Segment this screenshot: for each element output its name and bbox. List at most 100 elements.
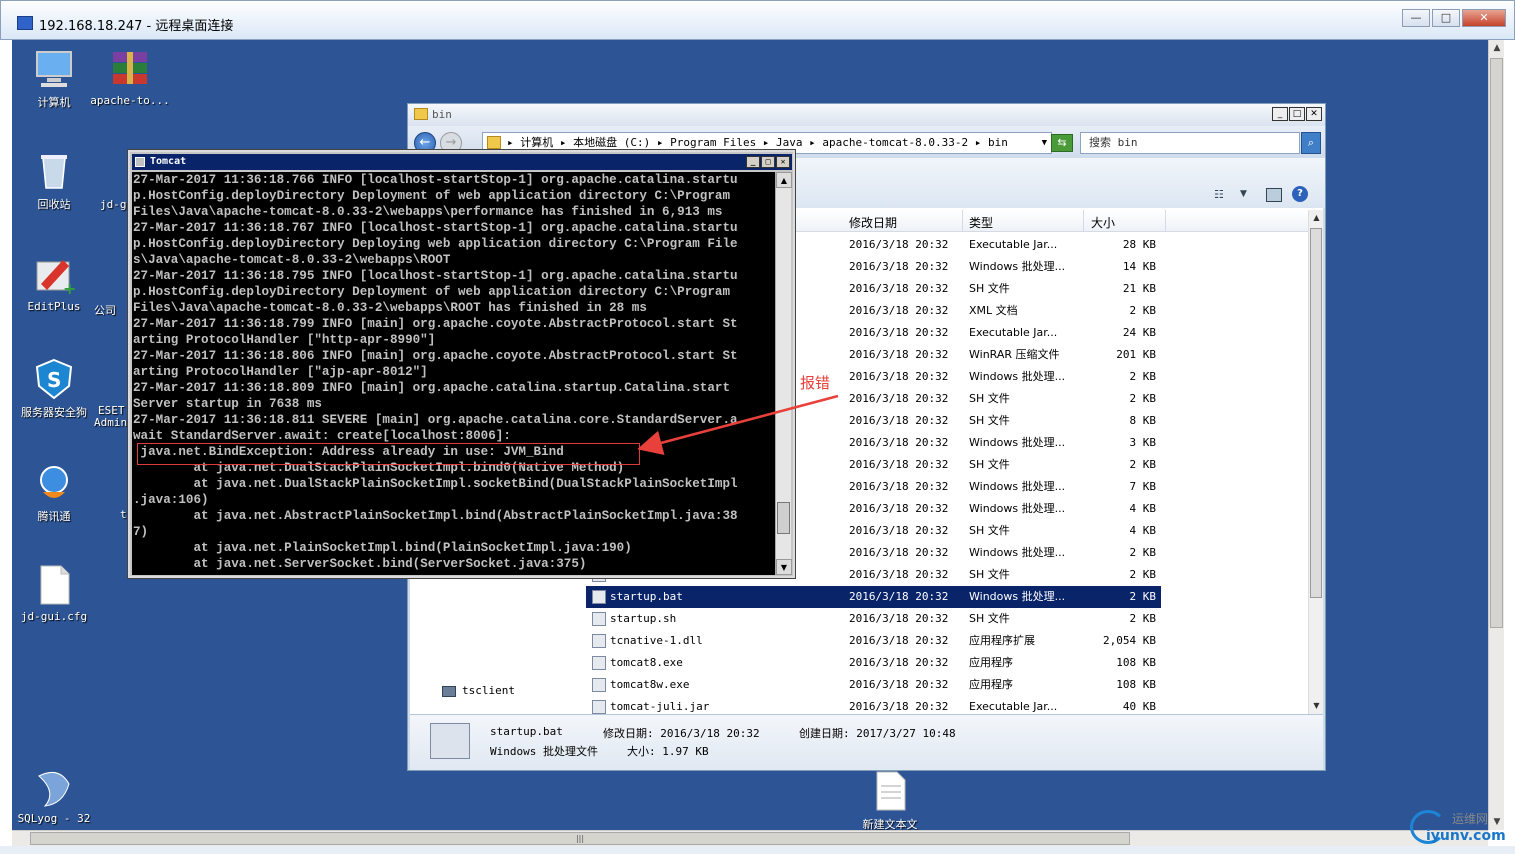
- console-line: 27-Mar-2017 11:36:18.799 INFO [main] org…: [133, 317, 738, 331]
- console-line: at java.net.PlainSocketImpl.bind(PlainSo…: [133, 541, 632, 555]
- file-row[interactable]: tomcat8w.exe 2016/3/18 20:32 应用程序 108 KB: [586, 674, 1161, 696]
- file-size: 2 KB: [1129, 304, 1157, 317]
- chevron-down-icon[interactable]: ▼: [1042, 133, 1047, 153]
- console-line: 27-Mar-2017 11:36:18.809 INFO [main] org…: [133, 381, 731, 395]
- scroll-thumb[interactable]: [1310, 228, 1322, 598]
- desktop-icon-new-text-file[interactable]: 新建文本文: [850, 770, 930, 830]
- computer-icon: [33, 48, 75, 90]
- console-scrollbar[interactable]: ▲ ▼: [775, 172, 792, 575]
- desktop-icon-safedog[interactable]: S 服务器安全狗: [14, 358, 94, 420]
- file-size: 2 KB: [1129, 568, 1157, 581]
- maximize-button[interactable]: □: [761, 156, 775, 168]
- console-line: Server startup in 7638 ms: [133, 397, 322, 411]
- file-type-icon: [592, 590, 606, 604]
- chevron-down-icon[interactable]: ▼: [1240, 189, 1247, 199]
- rtx-icon: [33, 462, 75, 504]
- file-size: 8 KB: [1129, 414, 1157, 427]
- console-line: 27-Mar-2017 11:36:18.766 INFO [localhost…: [133, 173, 738, 187]
- search-input[interactable]: 搜索 bin: [1080, 132, 1300, 154]
- file-size: 7 KB: [1129, 480, 1157, 493]
- details-name: startup.bat: [490, 725, 563, 738]
- minimize-button[interactable]: —: [1402, 9, 1430, 27]
- desktop-icon-editplus[interactable]: + EditPlus: [14, 254, 94, 313]
- explorer-title: bin: [432, 108, 452, 121]
- partial-icon-label: 公司: [94, 304, 116, 317]
- partial-icon-label: jd-g: [100, 198, 127, 211]
- file-type: Windows 批处理...: [969, 370, 1066, 383]
- file-size: 3 KB: [1129, 436, 1157, 449]
- desktop-icon-rtx[interactable]: 腾讯通: [14, 462, 94, 524]
- file-row[interactable]: tomcat-juli.jar 2016/3/18 20:32 Executable…: [586, 696, 1161, 714]
- file-size: 108 KB: [1116, 656, 1156, 669]
- file-date: 2016/3/18 20:32: [849, 458, 949, 471]
- help-icon[interactable]: ?: [1292, 186, 1308, 202]
- scroll-down-arrow-icon[interactable]: ▼: [776, 559, 792, 575]
- file-type: Executable Jar...: [969, 238, 1058, 251]
- file-date: 2016/3/18 20:32: [849, 348, 949, 361]
- file-date: 2016/3/18 20:32: [849, 634, 949, 647]
- file-date: 2016/3/18 20:32: [849, 480, 949, 493]
- file-date: 2016/3/18 20:32: [849, 260, 949, 273]
- partial-icon-label: Admin: [94, 416, 128, 429]
- column-size[interactable]: 大小: [1091, 214, 1115, 231]
- scroll-up-arrow-icon[interactable]: ▲: [1309, 210, 1324, 226]
- rdp-vertical-scrollbar[interactable]: ▲ ▼: [1488, 40, 1504, 830]
- file-type-icon: [592, 634, 606, 648]
- file-size: 201 KB: [1116, 348, 1156, 361]
- scroll-up-arrow-icon[interactable]: ▲: [776, 172, 792, 188]
- desktop-icon-jd-gui-cfg[interactable]: jd-gui.cfg: [14, 564, 94, 623]
- console-title: Tomcat: [150, 156, 187, 167]
- details-type: Windows 批处理文件: [490, 745, 598, 758]
- file-date: 2016/3/18 20:32: [849, 436, 949, 449]
- file-row[interactable]: startup.bat 2016/3/18 20:32 Windows 批处理...…: [586, 586, 1161, 608]
- desktop-icon-sqlyog[interactable]: SQLyog - 32: [14, 766, 94, 825]
- minimize-button[interactable]: _: [746, 156, 760, 168]
- file-size: 2 KB: [1129, 458, 1157, 471]
- column-date[interactable]: 修改日期: [849, 214, 897, 231]
- desktop-icon-recycle-bin[interactable]: 回收站: [14, 150, 94, 212]
- file-date: 2016/3/18 20:32: [849, 370, 949, 383]
- minimize-button[interactable]: _: [1272, 107, 1288, 121]
- desktop-icon-apache[interactable]: apache-to...: [90, 48, 170, 107]
- rdp-horizontal-scrollbar[interactable]: |||: [12, 830, 1488, 846]
- scroll-down-arrow-icon[interactable]: ▼: [1309, 698, 1324, 714]
- file-type-icon: [592, 678, 606, 692]
- file-type: 应用程序: [969, 656, 1013, 669]
- file-row[interactable]: tomcat8.exe 2016/3/18 20:32 应用程序 108 KB: [586, 652, 1161, 674]
- refresh-icon[interactable]: ⇆: [1051, 134, 1073, 152]
- maximize-button[interactable]: □: [1289, 107, 1305, 121]
- search-icon[interactable]: ⌕: [1301, 132, 1321, 154]
- file-type: SH 文件: [969, 612, 1010, 625]
- file-size: 14 KB: [1122, 260, 1156, 273]
- scroll-up-arrow-icon[interactable]: ▲: [1489, 40, 1505, 56]
- console-line: s\Java\apache-tomcat-8.0.33-2\webapps\RO…: [133, 253, 451, 267]
- close-button[interactable]: ✕: [776, 156, 790, 168]
- close-button[interactable]: ✕: [1462, 9, 1506, 27]
- file-size: 40 KB: [1122, 700, 1156, 713]
- error-annotation-label: 报错: [800, 374, 831, 392]
- console-line: wait StandardServer.await: create[localh…: [133, 429, 511, 443]
- scroll-thumb[interactable]: [1490, 58, 1503, 628]
- view-options-icon[interactable]: ☷: [1214, 188, 1230, 202]
- desktop-icon-computer[interactable]: 计算机: [14, 48, 94, 110]
- console-line: p.HostConfig.deployDirectory Deploying w…: [133, 237, 738, 251]
- file-type: Windows 批处理...: [969, 260, 1066, 273]
- preview-pane-icon[interactable]: [1266, 188, 1282, 202]
- nav-item-tsclient[interactable]: tsclient: [442, 684, 515, 697]
- file-list-scrollbar[interactable]: ▲ ▼: [1308, 210, 1323, 714]
- column-type[interactable]: 类型: [969, 214, 993, 231]
- close-button[interactable]: ✕: [1306, 107, 1322, 121]
- scroll-thumb[interactable]: |||: [30, 832, 1130, 845]
- file-type: SH 文件: [969, 414, 1010, 427]
- file-row[interactable]: tcnative-1.dll 2016/3/18 20:32 应用程序扩展 2,054…: [586, 630, 1161, 652]
- safedog-icon: S: [33, 358, 75, 400]
- details-size: 大小: 1.97 KB: [627, 745, 709, 758]
- partial-icon-label: t: [120, 508, 127, 521]
- file-name: tomcat8w.exe: [610, 678, 690, 691]
- scroll-thumb[interactable]: [777, 502, 790, 534]
- maximize-button[interactable]: □: [1432, 9, 1460, 27]
- file-date: 2016/3/18 20:32: [849, 282, 949, 295]
- file-name: tomcat8.exe: [610, 656, 683, 669]
- file-row[interactable]: startup.sh 2016/3/18 20:32 SH 文件 2 KB: [586, 608, 1161, 630]
- file-date: 2016/3/18 20:32: [849, 304, 949, 317]
